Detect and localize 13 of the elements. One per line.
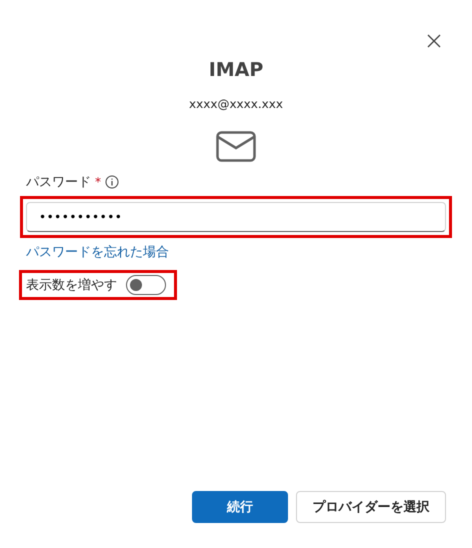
envelope-icon	[216, 131, 256, 162]
toggle-label: 表示数を増やす	[26, 276, 117, 294]
toggle-switch[interactable]	[126, 275, 166, 295]
dialog-title: IMAP	[208, 59, 264, 81]
dialog-button[interactable]: プロバイダーを選択	[296, 491, 446, 523]
password-field[interactable]: •••••••••••	[26, 202, 446, 232]
info-icon[interactable]	[105, 175, 119, 189]
dialog-button[interactable]: 続行	[192, 491, 288, 523]
field-label: パスワード	[26, 174, 91, 191]
forgot-password-link[interactable]: パスワードを忘れた場合	[26, 243, 446, 261]
close-icon[interactable]	[427, 34, 441, 48]
account-email: xxxx@xxxx.xxx	[188, 97, 284, 111]
required-mark: *	[95, 175, 101, 189]
